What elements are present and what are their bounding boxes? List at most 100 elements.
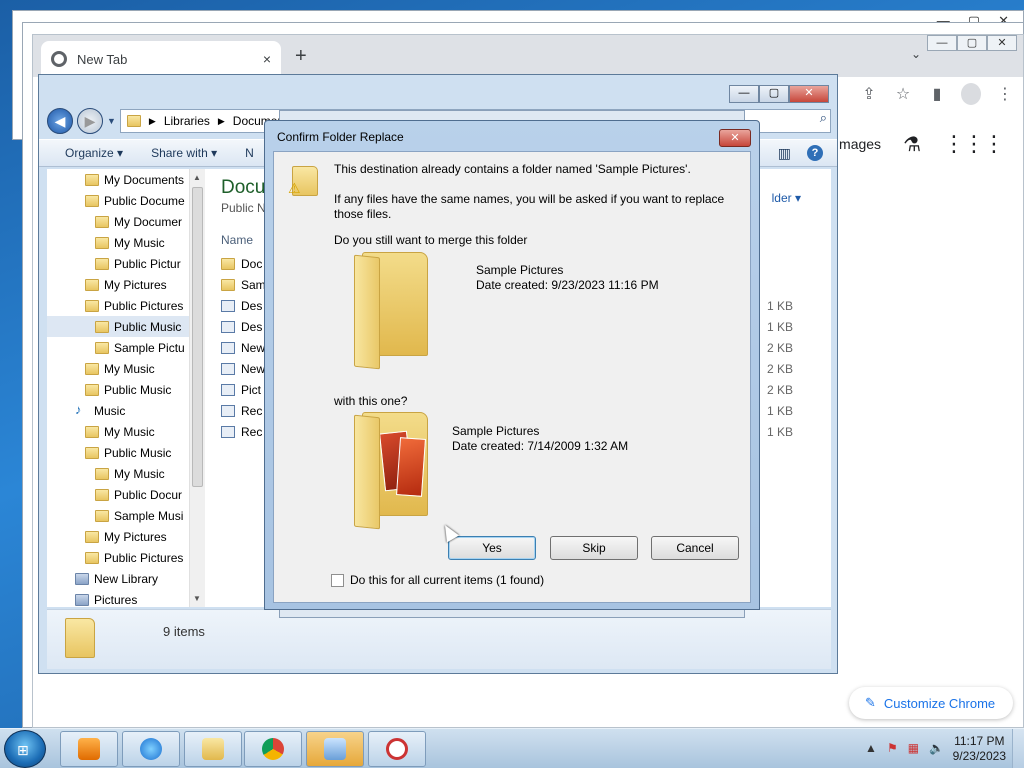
file-size: 2 KB (767, 382, 794, 397)
nav-item[interactable]: Public Pictur (47, 253, 189, 274)
folder-icon (95, 215, 109, 228)
file-name: Rec (241, 424, 263, 439)
dialog-question: Do you still want to merge this folder (334, 233, 528, 247)
taskbar-internet-explorer[interactable] (122, 731, 180, 767)
breadcrumb-libraries[interactable]: Libraries (164, 114, 210, 128)
nav-item-label: Public Docume (104, 193, 185, 208)
music-icon: ♪ (75, 401, 82, 417)
back-button[interactable]: ◀ (47, 108, 73, 134)
nav-item[interactable]: My Pictures (47, 274, 189, 295)
side-panel-icon[interactable]: ▮ (927, 84, 947, 104)
nav-item[interactable]: Sample Pictu (47, 337, 189, 358)
source-folder-info[interactable]: Sample Pictures Date created: 7/14/2009 … (452, 424, 628, 454)
volume-muted-icon[interactable]: 🔈 (929, 741, 944, 755)
minimize-button[interactable]: — (729, 85, 759, 103)
nav-item-label: My Documer (114, 214, 183, 229)
bookmark-star-icon[interactable]: ☆ (893, 84, 913, 104)
taskbar-chrome[interactable] (244, 731, 302, 767)
nav-item[interactable]: ♪ Music (47, 400, 189, 421)
nav-item[interactable]: Public Pictures (47, 295, 189, 316)
show-desktop-button[interactable] (1012, 729, 1024, 768)
dialog-close-button[interactable]: ✕ (719, 129, 751, 147)
apply-to-all-checkbox[interactable] (331, 573, 344, 587)
new-tab-button[interactable]: + (295, 45, 307, 68)
labs-icon[interactable]: ⚗ (903, 132, 921, 157)
nav-item[interactable]: Pictures (47, 589, 189, 607)
library-subtitle: Public N (221, 201, 266, 215)
folder-icon (221, 257, 235, 270)
file-explorer-icon (202, 738, 224, 760)
destination-folder-info[interactable]: Sample Pictures Date created: 9/23/2023 … (476, 263, 659, 293)
tab-new-tab[interactable]: New Tab × (41, 41, 281, 77)
chrome-favicon-icon (51, 51, 67, 67)
show-hidden-icons-icon[interactable]: ▲ (865, 741, 877, 755)
nav-item[interactable]: My Documer (47, 211, 189, 232)
nav-item[interactable]: My Music (47, 358, 189, 379)
share-icon[interactable]: ⇪ (859, 84, 879, 104)
taskbar-file-explorer[interactable] (184, 731, 242, 767)
close-button[interactable]: ✕ (789, 85, 829, 103)
new-folder-button[interactable]: N (245, 146, 254, 160)
nav-item-label: My Documents (104, 172, 185, 187)
cancel-button[interactable]: Cancel (651, 536, 739, 560)
tab-close-button[interactable]: × (263, 51, 271, 67)
nav-item[interactable]: My Music (47, 232, 189, 253)
scroll-down-icon[interactable]: ▼ (193, 594, 201, 603)
nav-scrollbar[interactable]: ▲ ▼ (189, 169, 205, 607)
taskbar-app-active[interactable] (306, 731, 364, 767)
nav-item[interactable]: Public Music (47, 442, 189, 463)
apply-to-all-checkbox-row[interactable]: Do this for all current items (1 found) (331, 573, 544, 587)
folder-icon (85, 383, 99, 396)
taskbar-snipping-tool[interactable] (368, 731, 426, 767)
nav-item[interactable]: Sample Musi (47, 505, 189, 526)
arrange-by-dropdown[interactable]: lder ▾ (772, 191, 801, 205)
column-header-name[interactable]: Name (221, 233, 253, 247)
preview-pane-icon[interactable]: ▥ (778, 145, 791, 162)
skip-button[interactable]: Skip (550, 536, 638, 560)
nav-item[interactable]: Public Music (47, 379, 189, 400)
maximize-button[interactable]: ▢ (957, 35, 987, 51)
library-title: Docu (221, 177, 266, 198)
nav-item[interactable]: My Documents (47, 169, 189, 190)
breadcrumb-separator-icon: ▶ (217, 115, 225, 126)
tab-title: New Tab (77, 51, 128, 67)
profile-avatar[interactable] (961, 83, 981, 105)
forward-button[interactable]: ▶ (77, 108, 103, 134)
search-icon[interactable]: ⌕ (820, 110, 827, 126)
action-center-icon[interactable]: ⚑ (887, 741, 898, 755)
nav-item[interactable]: New Library (47, 568, 189, 589)
yes-button[interactable]: Yes (448, 536, 536, 560)
minimize-button[interactable]: — (927, 35, 957, 51)
network-icon[interactable]: ▦ (908, 741, 919, 755)
menu-icon[interactable]: ⋮ (995, 84, 1015, 104)
customize-chrome-button[interactable]: ✎ Customize Chrome (849, 687, 1013, 719)
close-button[interactable]: ✕ (987, 35, 1017, 51)
clock[interactable]: 11:17 PM 9/23/2023 (953, 734, 1006, 764)
recent-pages-dropdown-icon[interactable]: ▼ (107, 116, 116, 126)
nav-item[interactable]: Public Docur (47, 484, 189, 505)
destination-folder-icon[interactable] (354, 252, 430, 370)
nav-item[interactable]: My Pictures (47, 526, 189, 547)
organize-button[interactable]: Organize ▾ (65, 146, 123, 160)
apps-grid-icon[interactable]: ⋮⋮⋮ (943, 131, 1005, 157)
nav-item[interactable]: My Music (47, 421, 189, 442)
folder-icon (85, 551, 99, 564)
share-with-button[interactable]: Share with ▾ (151, 146, 217, 160)
nav-item-label: My Music (104, 361, 155, 376)
maximize-button[interactable]: ▢ (759, 85, 789, 103)
taskbar-media-player[interactable] (60, 731, 118, 767)
tab-search-icon[interactable]: ⌄ (911, 47, 921, 61)
nav-item[interactable]: Public Music (47, 316, 189, 337)
scroll-up-icon[interactable]: ▲ (193, 173, 201, 182)
nav-item[interactable]: Public Pictures (47, 547, 189, 568)
nav-item[interactable]: Public Docume (47, 190, 189, 211)
images-link[interactable]: Images (835, 136, 881, 152)
start-button[interactable]: ⊞ (4, 730, 46, 768)
nav-item-label: Public Pictur (114, 256, 181, 271)
scrollbar-thumb[interactable] (192, 187, 203, 487)
shortcut-icon (221, 425, 235, 438)
help-icon[interactable]: ? (807, 144, 823, 161)
nav-item-label: Music (94, 403, 126, 418)
source-folder-icon[interactable] (354, 412, 430, 530)
nav-item[interactable]: My Music (47, 463, 189, 484)
